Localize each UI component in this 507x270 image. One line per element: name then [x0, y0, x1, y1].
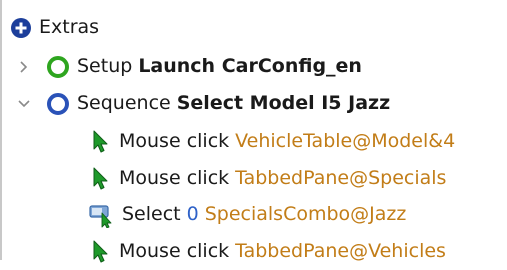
step-target: TabbedPane@Specials: [235, 167, 447, 189]
step-index: 0: [186, 203, 199, 225]
chevron-right-icon[interactable]: [16, 59, 32, 75]
step-target: SpecialsCombo@Jazz: [204, 203, 407, 225]
step-action: Mouse click: [119, 240, 230, 262]
tree-node-extras[interactable]: Extras: [10, 9, 99, 46]
tree-node-step[interactable]: Mouse click TabbedPane@Vehicles: [90, 233, 446, 270]
tree-node-step[interactable]: Select 0 SpecialsCombo@Jazz: [88, 196, 406, 233]
sequence-ring-icon: [46, 92, 70, 116]
tree-node-sequence[interactable]: Sequence Select Model I5 Jazz: [16, 85, 390, 122]
step-target: VehicleTable@Model&4: [235, 130, 456, 152]
test-suite-tree: Extras Setup Launch CarConfig_en Sequenc…: [0, 0, 507, 262]
node-name: Select Model I5 Jazz: [176, 92, 391, 114]
step-action: Select: [122, 203, 181, 225]
node-type-label: Setup: [77, 55, 133, 77]
mouse-cursor-icon: [90, 239, 112, 265]
tree-left-border: [0, 0, 2, 260]
step-target: TabbedPane@Vehicles: [235, 240, 446, 262]
node-name: Launch CarConfig_en: [138, 55, 362, 77]
plus-circle-icon: [10, 17, 32, 39]
select-combobox-icon: [88, 202, 114, 228]
step-action: Mouse click: [119, 130, 230, 152]
chevron-down-icon[interactable]: [16, 96, 32, 112]
setup-ring-icon: [46, 55, 70, 79]
tree-node-step[interactable]: Mouse click TabbedPane@Specials: [90, 160, 446, 197]
tree-node-label: Extras: [39, 16, 100, 38]
tree-node-setup[interactable]: Setup Launch CarConfig_en: [16, 48, 362, 85]
mouse-cursor-icon: [90, 129, 112, 155]
mouse-cursor-icon: [90, 166, 112, 192]
node-type-label: Sequence: [77, 92, 171, 114]
tree-node-step[interactable]: Mouse click VehicleTable@Model&4: [90, 123, 455, 160]
step-action: Mouse click: [119, 167, 230, 189]
